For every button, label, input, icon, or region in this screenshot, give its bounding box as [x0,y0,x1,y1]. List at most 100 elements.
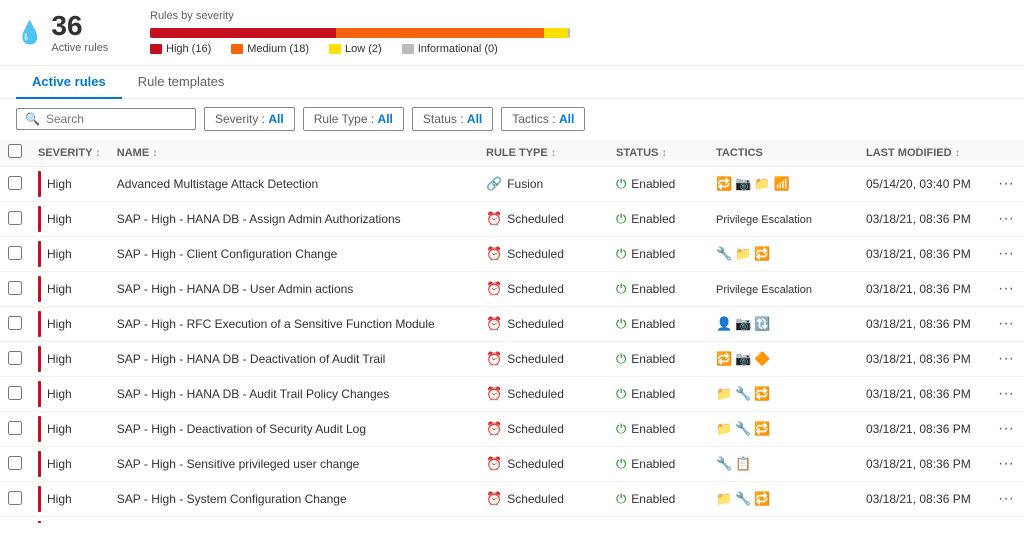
col-header-last-modified[interactable]: LAST MODIFIED ↕ [858,139,988,167]
table-row: High SAP - High - System Configuration C… [0,482,1024,517]
severity-title: Rules by severity [150,10,1008,22]
name-cell: Advanced Multistage Attack Detection [109,167,478,202]
row-actions-button[interactable]: ··· [994,350,1018,368]
name-cell: SAP - High - Client Configuration Change [109,237,478,272]
rule-type-cell: ⏰ Scheduled [478,482,608,517]
actions-cell[interactable]: ··· [988,272,1024,307]
legend-medium: Medium (18) [231,43,309,55]
actions-cell[interactable]: ··· [988,447,1024,482]
row-checkbox[interactable] [8,491,22,505]
row-checkbox[interactable] [8,246,22,260]
col-header-rule-type[interactable]: RULE TYPE ↕ [478,139,608,167]
name-cell: SAP - High - HANA DB - User Admin action… [109,272,478,307]
severity-cell: High [30,202,109,237]
active-count: 36 [51,12,108,40]
last-modified-cell: 03/18/21, 08:36 PM [858,202,988,237]
actions-cell[interactable]: ··· [988,377,1024,412]
actions-cell[interactable]: ··· [988,482,1024,517]
rule-type-cell: ⏰ Scheduled [478,377,608,412]
bar-low [544,28,567,38]
table-row: High SAP - High - Client Configuration C… [0,237,1024,272]
col-header-severity[interactable]: SEVERITY ↕ [30,139,109,167]
rule-type-cell: ⏰ Scheduled [478,272,608,307]
actions-cell[interactable]: ··· [988,202,1024,237]
tactics-filter[interactable]: Tactics : All [501,107,585,131]
row-actions-button[interactable]: ··· [994,420,1018,438]
table-row: High SAP - High - HANA DB - Assign Admin… [0,202,1024,237]
status-filter[interactable]: Status : All [412,107,493,131]
row-actions-button[interactable]: ··· [994,280,1018,298]
row-actions-button[interactable]: ··· [994,175,1018,193]
rule-type-cell: ⏰ Scheduled [478,412,608,447]
severity-cell: High [30,377,109,412]
row-actions-button[interactable]: ··· [994,490,1018,508]
col-header-name[interactable]: NAME ↕ [109,139,478,167]
status-cell: ⏻ Enabled [608,482,708,517]
rule-type-cell: 🔗 Fusion [478,167,608,202]
row-checkbox[interactable] [8,176,22,190]
last-modified-cell: 03/18/21, 08:36 PM [858,237,988,272]
last-modified-cell: 03/18/21, 08:36 PM [858,377,988,412]
severity-cell: High [30,447,109,482]
row-checkbox[interactable] [8,386,22,400]
col-header-check[interactable] [0,139,30,167]
row-checkbox[interactable] [8,421,22,435]
severity-cell: High [30,237,109,272]
row-checkbox[interactable] [8,351,22,365]
row-checkbox[interactable] [8,316,22,330]
actions-cell[interactable]: ··· [988,342,1024,377]
actions-cell[interactable]: ··· [988,167,1024,202]
tab-active-rules[interactable]: Active rules [16,66,122,99]
severity-cell: High [30,482,109,517]
severity-cell: High [30,342,109,377]
name-cell: SAP - High - Sensitive privileged user c… [109,447,478,482]
row-actions-button[interactable]: ··· [994,210,1018,228]
actions-cell[interactable]: ··· [988,517,1024,524]
table-row: High SAP - High - Deactivation of Securi… [0,412,1024,447]
top-bar: 💧 36 Active rules Rules by severity High… [0,0,1024,66]
rule-type-cell: ⏰ Scheduled [478,237,608,272]
severity-cell: High [30,412,109,447]
table-row: High SAP - High - Sensitive privileged u… [0,447,1024,482]
table-container: SEVERITY ↕ NAME ↕ RULE TYPE ↕ STATUS ↕ T… [0,139,1024,523]
tactics-cell: 🔁📷🔶 [708,342,858,377]
rule-type-cell: ⏰ Scheduled [478,307,608,342]
last-modified-cell: 03/18/21, 08:36 PM [858,412,988,447]
tactics-cell: 🔁📷📁📶 [708,167,858,202]
actions-cell[interactable]: ··· [988,237,1024,272]
severity-chart: Rules by severity High (16) Medium (18) … [150,10,1008,55]
tab-rule-templates[interactable]: Rule templates [122,66,241,99]
actions-cell[interactable]: ··· [988,412,1024,447]
row-checkbox[interactable] [8,456,22,470]
tabs: Active rules Rule templates [0,66,1024,99]
row-actions-button[interactable]: ··· [994,385,1018,403]
table-row: High SAP - High - RFC Execution of a Sen… [0,307,1024,342]
severity-filter[interactable]: Severity : All [204,107,295,131]
name-cell: SAP - High - HANA DB - Assign Admin Auth… [109,202,478,237]
row-actions-button[interactable]: ··· [994,245,1018,263]
rule-type-cell: ⏰ Scheduled [478,517,608,524]
search-input[interactable] [46,112,176,126]
last-modified-cell: 03/18/21, 08:36 PM [858,272,988,307]
row-actions-button[interactable]: ··· [994,315,1018,333]
severity-cell: High [30,272,109,307]
row-checkbox[interactable] [8,281,22,295]
tactics-cell: 🔧📋 [708,447,858,482]
status-cell: ⏻ Enabled [608,167,708,202]
select-all-checkbox[interactable] [8,144,22,158]
row-actions-button[interactable]: ··· [994,455,1018,473]
severity-bar [150,28,570,38]
rule-type-cell: ⏰ Scheduled [478,447,608,482]
actions-cell[interactable]: ··· [988,307,1024,342]
name-cell: SAP - High - RFC Execution of a Sensitiv… [109,307,478,342]
status-cell: ⏻ Enabled [608,202,708,237]
severity-cell: High [30,517,109,524]
drop-icon: 💧 [16,20,43,46]
rule-type-filter[interactable]: Rule Type : All [303,107,404,131]
row-checkbox[interactable] [8,211,22,225]
active-label: Active rules [51,42,108,54]
col-header-tactics[interactable]: TACTICS [708,139,858,167]
col-header-status[interactable]: STATUS ↕ [608,139,708,167]
tactics-cell: 📁📷👤 [708,517,858,524]
legend-info: Informational (0) [402,43,498,55]
